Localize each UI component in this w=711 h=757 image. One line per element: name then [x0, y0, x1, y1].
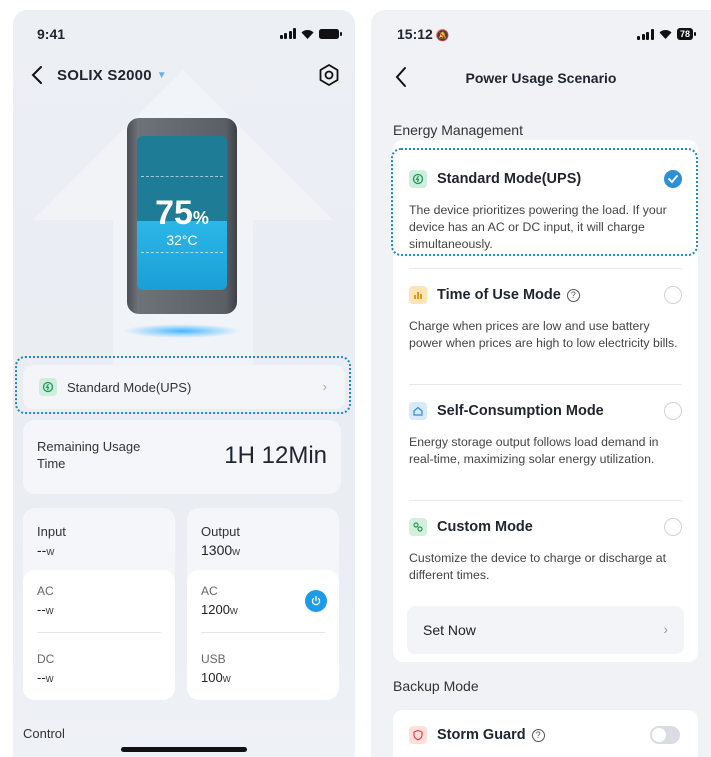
status-time: 9:41: [37, 26, 66, 42]
mode-label: Standard Mode(UPS): [67, 379, 192, 395]
chart-icon: [409, 286, 427, 304]
power-icon[interactable]: [305, 590, 327, 612]
output-usb-value: 100w: [201, 670, 231, 685]
right-phone-screen: 15:12 🔕 78 Power Usage Scenario Energy Ma…: [371, 10, 711, 757]
backup-mode-heading: Backup Mode: [393, 678, 479, 694]
input-ac-value: --w: [37, 602, 54, 617]
radio-icon[interactable]: [664, 286, 682, 304]
radio-icon[interactable]: [664, 402, 682, 420]
option-description: Charge when prices are low and use batte…: [409, 319, 678, 350]
page-title: Power Usage Scenario: [465, 70, 617, 86]
left-phone-screen: 9:41 SOLIX S2000 ▼ 75% 32°C Standard Mod…: [13, 10, 355, 757]
chevron-right-icon: ›: [322, 379, 327, 394]
remaining-value: 1H 12Min: [224, 442, 327, 469]
battery-percent: 75%: [155, 194, 209, 232]
remaining-label: Remaining Usage Time: [37, 439, 141, 471]
set-now-label: Set Now: [423, 622, 476, 638]
shield-icon: [409, 726, 427, 744]
device-screen: 75% 32°C: [137, 136, 227, 290]
input-dc-value: --w: [37, 670, 54, 685]
signal-icon: [637, 28, 654, 40]
option-description: Energy storage output follows load deman…: [409, 435, 659, 466]
wifi-icon: [301, 29, 314, 39]
battery-icon: [319, 28, 342, 39]
status-bar: 15:12 🔕 78: [397, 24, 697, 44]
radio-icon[interactable]: [664, 518, 682, 536]
input-value: --w: [37, 542, 55, 558]
help-icon[interactable]: ?: [566, 288, 580, 302]
wifi-icon: [659, 30, 672, 39]
option-time-of-use-mode[interactable]: Time of Use Mode ? Charge when prices ar…: [393, 268, 698, 384]
control-section-label: Control: [23, 726, 65, 741]
output-title: Output: [201, 524, 241, 539]
option-name: Custom Mode: [437, 519, 533, 535]
help-icon[interactable]: ?: [531, 728, 545, 742]
device-image: 75% 32°C: [123, 118, 241, 338]
status-time: 15:12 🔕: [397, 26, 450, 42]
home-icon: [409, 402, 427, 420]
option-self-consumption-mode[interactable]: Self-Consumption Mode Energy storage out…: [393, 384, 698, 500]
back-chevron-icon[interactable]: [27, 62, 49, 88]
storm-guard-label: Storm Guard: [437, 727, 526, 743]
status-bar: 9:41: [37, 24, 342, 44]
mute-icon: 🔕: [435, 30, 450, 42]
set-now-button[interactable]: Set Now ›: [407, 606, 684, 654]
output-value: 1300w: [201, 542, 241, 558]
mode-selector[interactable]: Standard Mode(UPS) ›: [23, 365, 345, 409]
storm-guard-toggle[interactable]: [650, 726, 680, 744]
input-title: Input: [37, 524, 66, 539]
storm-guard-row: Storm Guard ?: [393, 710, 698, 757]
custom-icon: [409, 518, 427, 536]
battery-icon: 78: [676, 28, 697, 40]
connection-icon: ▼: [156, 70, 167, 81]
output-usb-label: USB: [201, 652, 226, 666]
option-name: Self-Consumption Mode: [437, 403, 604, 419]
device-temperature: 32°C: [166, 232, 198, 248]
output-ac-value: 1200w: [201, 602, 238, 617]
output-ac-label: AC: [201, 584, 218, 598]
chevron-right-icon: ›: [663, 621, 668, 637]
energy-management-heading: Energy Management: [393, 122, 523, 138]
home-indicator[interactable]: [121, 747, 247, 752]
input-card: Input --w AC --w DC --w: [23, 508, 175, 700]
output-card: Output 1300w AC 1200w USB 100w: [187, 508, 339, 700]
nav-bar: Power Usage Scenario: [385, 64, 697, 92]
signal-icon: [279, 28, 296, 39]
option-name: Time of Use Mode: [437, 287, 561, 303]
settings-icon[interactable]: [317, 63, 341, 87]
mode-icon: [39, 378, 57, 396]
nav-bar: SOLIX S2000 ▼: [27, 62, 341, 90]
option-description: Customize the device to charge or discha…: [409, 551, 667, 582]
input-dc-label: DC: [37, 652, 55, 666]
selected-option-highlight: [391, 148, 698, 256]
input-ac-label: AC: [37, 584, 54, 598]
remaining-usage-card: Remaining Usage Time 1H 12Min: [23, 420, 341, 494]
device-title[interactable]: SOLIX S2000 ▼: [57, 67, 167, 84]
